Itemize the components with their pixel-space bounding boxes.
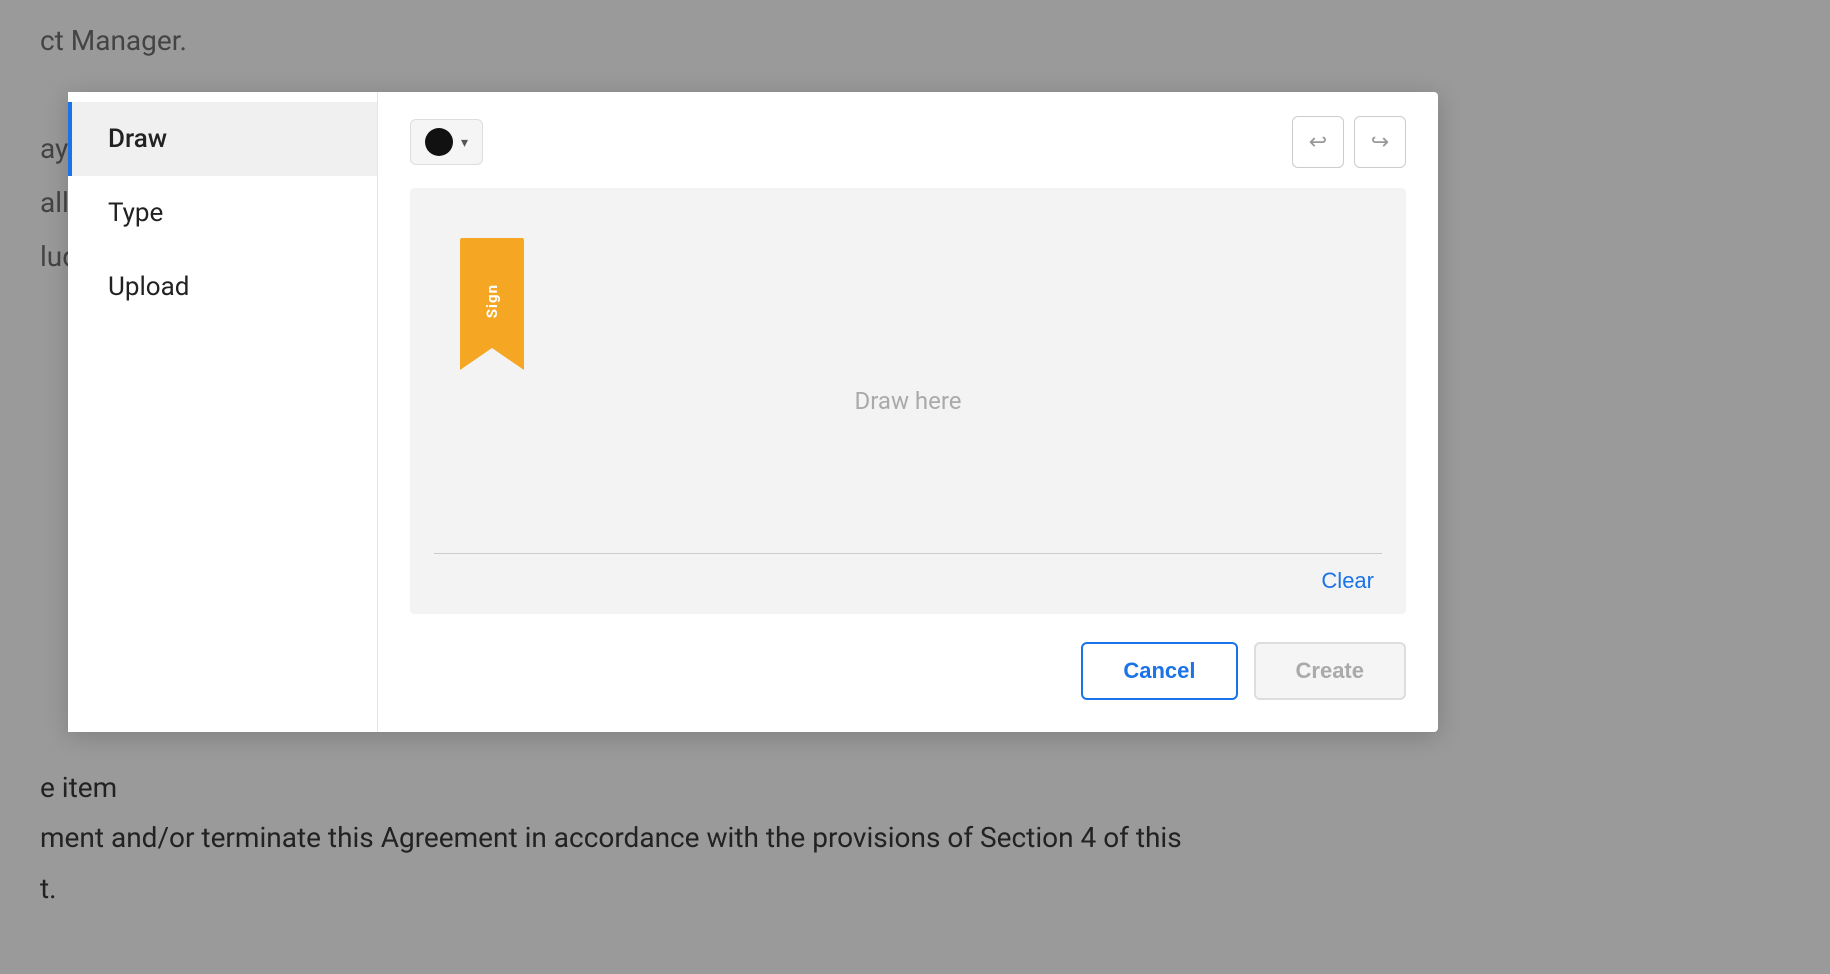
sign-badge-body: Sign bbox=[460, 238, 524, 348]
cancel-button[interactable]: Cancel bbox=[1081, 642, 1237, 700]
sign-badge-text: Sign bbox=[483, 284, 501, 318]
doc-line-1: ct Manager. bbox=[40, 20, 1790, 62]
doc-bottom-line-3: t. bbox=[40, 864, 1182, 914]
signature-modal: Draw Type Upload ▾ ↩ ↪ bbox=[68, 92, 1438, 732]
modal-actions: Cancel Create bbox=[410, 642, 1406, 700]
draw-hint-text: Draw here bbox=[854, 387, 961, 415]
undo-button[interactable]: ↩ bbox=[1292, 116, 1344, 168]
modal-sidebar: Draw Type Upload bbox=[68, 92, 378, 732]
sign-badge: Sign bbox=[460, 238, 524, 370]
doc-bottom-line-1: e item bbox=[40, 763, 1182, 813]
draw-divider bbox=[434, 553, 1382, 554]
color-swatch bbox=[425, 128, 453, 156]
modal-content: ▾ ↩ ↪ Sign Draw here bbox=[378, 92, 1438, 732]
redo-icon: ↪ bbox=[1371, 129, 1389, 155]
sidebar-item-upload[interactable]: Upload bbox=[68, 250, 377, 324]
toolbar: ▾ ↩ ↪ bbox=[410, 116, 1406, 168]
color-picker-button[interactable]: ▾ bbox=[410, 119, 483, 165]
sign-badge-arrow bbox=[460, 348, 524, 370]
draw-canvas-area[interactable]: Sign Draw here Clear bbox=[410, 188, 1406, 614]
undo-icon: ↩ bbox=[1309, 129, 1327, 155]
clear-button[interactable]: Clear bbox=[1313, 564, 1382, 598]
toolbar-actions: ↩ ↪ bbox=[1292, 116, 1406, 168]
background-bottom-text: e item ment and/or terminate this Agreem… bbox=[40, 763, 1182, 914]
redo-button[interactable]: ↪ bbox=[1354, 116, 1406, 168]
create-button: Create bbox=[1254, 642, 1406, 700]
chevron-down-icon: ▾ bbox=[461, 134, 468, 151]
sidebar-item-type[interactable]: Type bbox=[68, 176, 377, 250]
sidebar-item-draw[interactable]: Draw bbox=[68, 102, 377, 176]
doc-bottom-line-2: ment and/or terminate this Agreement in … bbox=[40, 813, 1182, 863]
